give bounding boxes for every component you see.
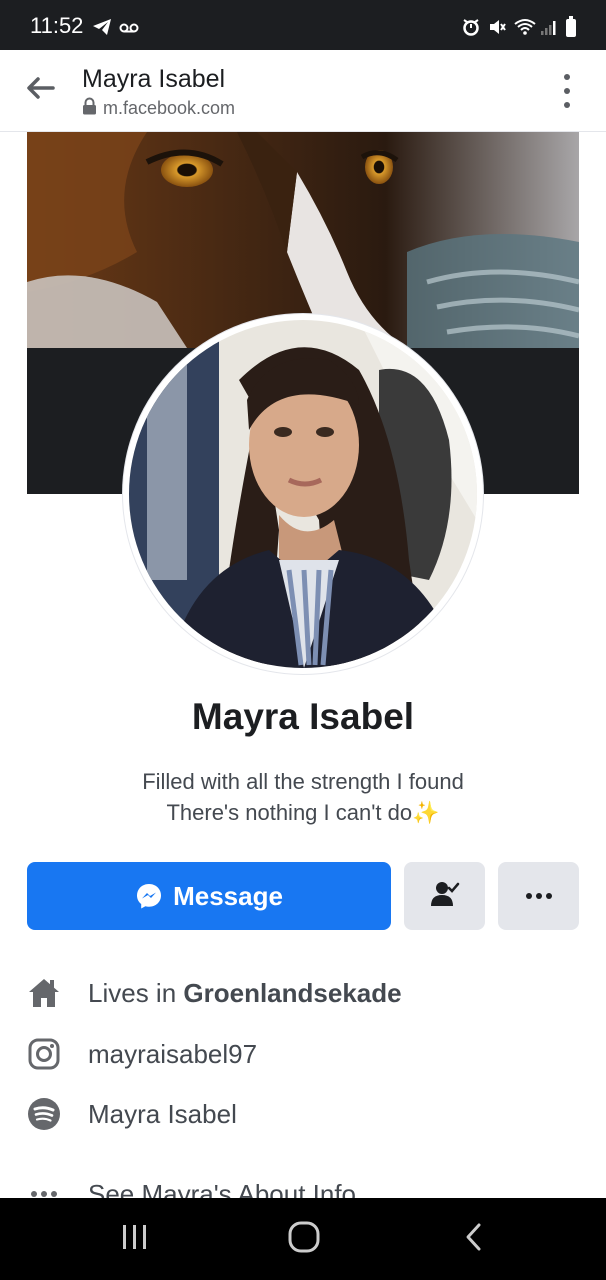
recent-apps-icon [120, 1223, 150, 1255]
home-icon [27, 976, 61, 1010]
info-spotify[interactable]: Mayra Isabel [27, 1094, 579, 1134]
message-label: Message [173, 880, 283, 911]
back-button[interactable] [20, 70, 60, 110]
mute-icon [488, 18, 506, 36]
signal-icon [540, 18, 558, 36]
message-button[interactable]: Message [27, 862, 391, 930]
back-arrow-icon [25, 76, 55, 104]
lives-in-text: Lives in Groenlandsekade [88, 978, 402, 1009]
browser-header: Mayra Isabel m.facebook.com [0, 50, 606, 132]
telegram-icon [92, 18, 112, 36]
info-lives-in: Lives in Groenlandsekade [27, 973, 579, 1013]
profile-picture[interactable] [123, 314, 483, 674]
instagram-icon [27, 1037, 61, 1071]
profile-name: Mayra Isabel [191, 696, 415, 737]
status-time: 11:52 [30, 13, 84, 38]
alarm-icon [462, 18, 480, 36]
friends-button[interactable] [404, 862, 485, 930]
recent-apps-button[interactable] [95, 1198, 175, 1280]
back-nav-button[interactable] [434, 1198, 514, 1280]
wifi-icon [513, 18, 537, 36]
voicemail-icon [119, 22, 139, 34]
sparkles-emoji: ✨ [412, 800, 440, 825]
home-circle-icon [287, 1220, 321, 1258]
bio-line-2-text: There's nothing I can't do [166, 800, 413, 825]
lives-in-place[interactable]: Groenlandsekade [183, 978, 401, 1008]
lock-icon [82, 97, 97, 119]
instagram-handle[interactable]: mayraisabel97 [88, 1039, 257, 1070]
page-title: Mayra Isabel [82, 65, 226, 93]
lives-in-prefix: Lives in [88, 977, 184, 1008]
spotify-icon [27, 1097, 61, 1131]
status-bar: 11:52 [0, 0, 606, 50]
chevron-left-icon [464, 1222, 484, 1256]
home-button[interactable] [264, 1198, 344, 1280]
title-block: Mayra Isabel m.facebook.com [82, 64, 235, 119]
url-row: m.facebook.com [82, 97, 235, 119]
url-text: m.facebook.com [103, 97, 236, 118]
android-nav-bar [0, 1198, 606, 1280]
battery-icon [565, 16, 577, 38]
profile-photo[interactable] [129, 320, 477, 668]
bio-line-2: There's nothing I can't do✨ [0, 797, 606, 828]
more-options-button[interactable] [498, 862, 579, 930]
info-instagram[interactable]: mayraisabel97 [27, 1034, 579, 1074]
messenger-icon [135, 882, 163, 910]
more-dots-icon [525, 893, 552, 899]
profile-bio: Filled with all the strength I found The… [0, 766, 606, 828]
bio-line-1: Filled with all the strength I found [142, 769, 464, 794]
spotify-name[interactable]: Mayra Isabel [88, 1099, 237, 1130]
kebab-menu-icon[interactable] [554, 74, 580, 108]
friends-icon [430, 880, 460, 912]
